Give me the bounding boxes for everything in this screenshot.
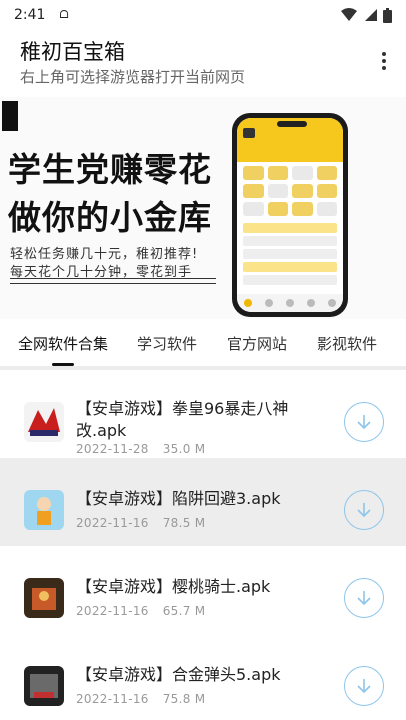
item-size: 65.7 M <box>162 604 206 618</box>
item-size: 35.0 M <box>162 442 206 456</box>
banner-line-1: 轻松任务赚几十元，稚初推荐! <box>10 247 199 262</box>
tab-study-software[interactable]: 学习软件 <box>137 333 197 354</box>
download-button[interactable] <box>344 666 384 706</box>
status-bar: 2:41 ᗝ <box>0 0 406 30</box>
banner-divider <box>10 278 216 279</box>
download-button[interactable] <box>344 490 384 530</box>
phone-mockup-image <box>232 113 348 317</box>
banner-mark <box>2 101 18 131</box>
app-bar: 稚初百宝箱 右上角可选择游览器打开当前网页 <box>0 30 406 92</box>
list-item[interactable]: 【安卓游戏】拳皇96暴走八神改.apk 2022-11-28 35.0 M <box>0 370 406 458</box>
download-button[interactable] <box>344 578 384 618</box>
tab-all-software[interactable]: 全网软件合集 <box>18 333 108 354</box>
metal-slug-icon <box>24 666 64 706</box>
carrier-icon: ᗝ <box>59 8 68 21</box>
item-meta: 2022-11-16 75.8 M <box>76 692 205 706</box>
banner-headline-1: 学生党赚零花 <box>8 150 212 189</box>
item-meta: 2022-11-16 78.5 M <box>76 516 205 530</box>
item-title: 【安卓游戏】拳皇96暴走八神改.apk <box>76 399 289 440</box>
app-subtitle: 右上角可选择游览器打开当前网页 <box>20 68 246 86</box>
item-date: 2022-11-16 <box>76 692 149 706</box>
list-item[interactable]: 【安卓游戏】合金弹头5.apk 2022-11-16 75.8 M <box>0 634 406 720</box>
item-size: 75.8 M <box>162 692 206 706</box>
list-item[interactable]: 【安卓游戏】陷阱回避3.apk 2022-11-16 78.5 M <box>0 458 406 546</box>
status-time: 2:41 <box>14 7 46 23</box>
item-title: 【安卓游戏】合金弹头5.apk <box>76 665 281 684</box>
item-meta: 2022-11-28 35.0 M <box>76 442 205 456</box>
download-icon <box>357 415 371 430</box>
battery-icon <box>383 7 392 23</box>
item-title: 【安卓游戏】樱桃骑士.apk <box>76 577 271 596</box>
tab-official-sites[interactable]: 官方网站 <box>227 333 287 354</box>
item-title: 【安卓游戏】陷阱回避3.apk <box>76 489 281 508</box>
item-meta: 2022-11-16 65.7 M <box>76 604 205 618</box>
app-title: 稚初百宝箱 <box>20 40 125 64</box>
download-icon <box>357 679 371 694</box>
download-button[interactable] <box>344 402 384 442</box>
promo-banner[interactable]: 学生党赚零花 做你的小金库 轻松任务赚几十元，稚初推荐! 每天花个几十分钟，零花… <box>0 97 406 319</box>
banner-headline-2: 做你的小金库 <box>8 198 212 237</box>
wifi-icon <box>341 8 357 21</box>
download-icon <box>357 503 371 518</box>
item-date: 2022-11-16 <box>76 516 149 530</box>
more-vert-icon[interactable] <box>372 46 396 76</box>
signal-icon <box>365 9 377 21</box>
download-icon <box>357 591 371 606</box>
status-icons <box>341 7 392 23</box>
category-tabs: 全网软件合集 学习软件 官方网站 影视软件 <box>0 319 406 369</box>
apk-list: 【安卓游戏】拳皇96暴走八神改.apk 2022-11-28 35.0 M 【安卓… <box>0 370 406 720</box>
item-date: 2022-11-28 <box>76 442 149 456</box>
banner-divider <box>10 283 216 284</box>
list-item[interactable]: 【安卓游戏】樱桃骑士.apk 2022-11-16 65.7 M <box>0 546 406 634</box>
item-date: 2022-11-16 <box>76 604 149 618</box>
trap-game-icon <box>24 490 64 530</box>
item-size: 78.5 M <box>162 516 206 530</box>
kof-game-icon <box>24 402 64 442</box>
tab-video-software[interactable]: 影视软件 <box>317 333 377 354</box>
cherry-knight-icon <box>24 578 64 618</box>
